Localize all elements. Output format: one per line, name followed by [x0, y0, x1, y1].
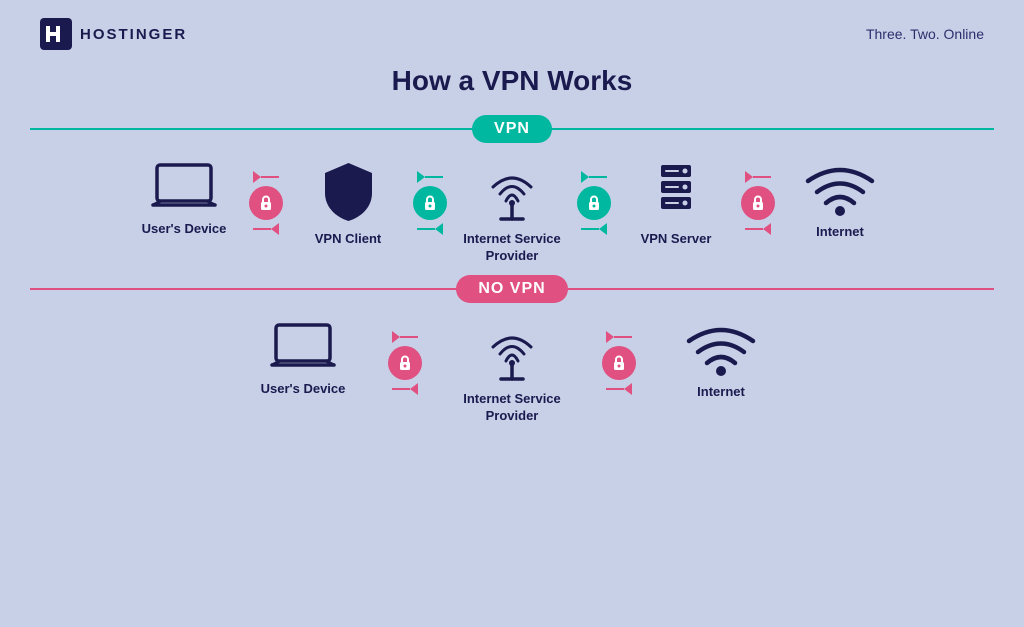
novpn-device-label: User's Device	[261, 381, 346, 398]
novpn-badge: NO VPN	[456, 275, 567, 303]
antenna-icon	[481, 161, 543, 223]
arrow-left-icon	[271, 223, 279, 235]
arrow-line	[417, 228, 435, 230]
arrow-line	[753, 176, 771, 178]
arrow-left-icon	[624, 383, 632, 395]
header: HOSTINGER Three. Two. Online	[0, 0, 1024, 60]
connector-3	[577, 171, 611, 235]
server-icon	[651, 161, 701, 223]
arrow-line	[614, 336, 632, 338]
arrow-left-icon	[599, 223, 607, 235]
connector-2	[413, 171, 447, 235]
arrow-line	[581, 228, 599, 230]
laptop-icon	[149, 161, 219, 213]
hostinger-logo-icon	[40, 18, 72, 50]
logo: HOSTINGER	[40, 18, 187, 50]
arrow-right-icon	[745, 171, 753, 183]
vpn-internet-label: Internet	[816, 224, 864, 241]
antenna-icon-2	[481, 321, 543, 383]
connector-1	[249, 171, 283, 235]
lock-icon	[249, 186, 283, 220]
vpn-client-item: VPN Client	[283, 161, 413, 248]
vpn-isp-item: Internet ServiceProvider	[447, 161, 577, 265]
laptop-icon-2	[268, 321, 338, 373]
vpn-server-label: VPN Server	[641, 231, 712, 248]
arrow-line	[745, 228, 763, 230]
arrow-left-icon	[410, 383, 418, 395]
arrow-right-icon	[253, 171, 261, 183]
novpn-internet-item: Internet	[636, 321, 806, 401]
novpn-isp-item: Internet ServiceProvider	[422, 321, 602, 425]
arrow-line	[392, 388, 410, 390]
arrow-left-icon	[763, 223, 771, 235]
arrow-line	[589, 176, 607, 178]
vpn-internet-item: Internet	[775, 161, 905, 241]
novpn-items-row: User's Device	[30, 321, 994, 425]
vpn-section: VPN User's Device	[0, 115, 1024, 265]
arrow-line	[425, 176, 443, 178]
vpn-isp-label: Internet ServiceProvider	[463, 231, 561, 265]
lock-icon	[388, 346, 422, 380]
lock-icon	[602, 346, 636, 380]
novpn-internet-label: Internet	[697, 384, 745, 401]
novpn-connector-1	[388, 331, 422, 395]
vpn-items-row: User's Device	[30, 161, 994, 265]
page-title: How a VPN Works	[0, 65, 1024, 97]
arrow-right-icon	[392, 331, 400, 343]
vpn-client-label: VPN Client	[315, 231, 381, 248]
arrow-line	[606, 388, 624, 390]
novpn-divider: NO VPN	[30, 275, 994, 303]
lock-icon	[577, 186, 611, 220]
novpn-isp-label: Internet ServiceProvider	[463, 391, 561, 425]
wifi-icon-2	[685, 321, 757, 376]
novpn-section: NO VPN User's Device	[0, 275, 1024, 425]
vpn-server-item: VPN Server	[611, 161, 741, 248]
novpn-device-item: User's Device	[218, 321, 388, 398]
tagline: Three. Two. Online	[866, 26, 984, 42]
arrow-right-icon	[581, 171, 589, 183]
arrow-right-icon	[417, 171, 425, 183]
vpn-device-item: User's Device	[119, 161, 249, 238]
connector-4	[741, 171, 775, 235]
wifi-icon	[804, 161, 876, 216]
arrow-line	[253, 228, 271, 230]
logo-text: HOSTINGER	[80, 26, 187, 43]
arrow-left-icon	[435, 223, 443, 235]
vpn-badge: VPN	[472, 115, 552, 143]
shield-icon	[321, 161, 376, 223]
lock-icon	[741, 186, 775, 220]
lock-icon	[413, 186, 447, 220]
novpn-connector-2	[602, 331, 636, 395]
vpn-device-label: User's Device	[142, 221, 227, 238]
vpn-divider: VPN	[30, 115, 994, 143]
arrow-line	[261, 176, 279, 178]
arrow-right-icon	[606, 331, 614, 343]
arrow-line	[400, 336, 418, 338]
